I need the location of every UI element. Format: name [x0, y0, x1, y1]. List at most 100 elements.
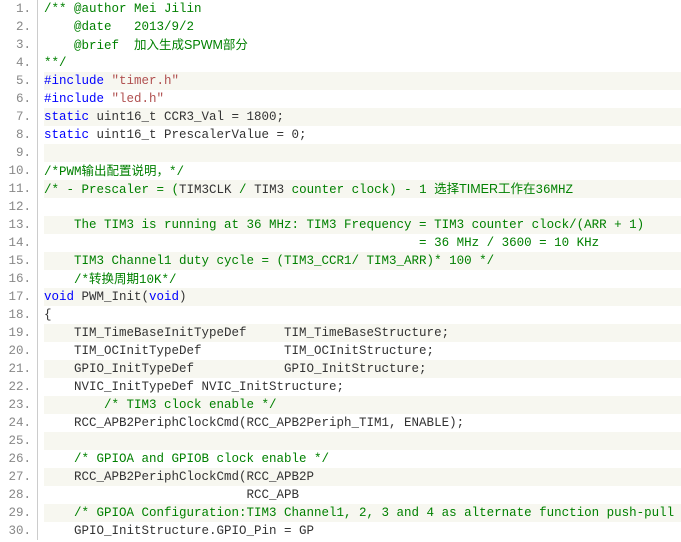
- code-token: Mei Jilin: [127, 2, 202, 16]
- line-number: 5.: [0, 72, 31, 90]
- code-line[interactable]: /*PWM输出配置说明，*/: [44, 162, 681, 180]
- code-line[interactable]: = 36 MHz / 3600 = 10 KHz: [44, 234, 681, 252]
- code-token: #include: [44, 92, 112, 106]
- code-token: */: [169, 165, 184, 179]
- code-token: uint16_t PrescalerValue = 0;: [89, 128, 307, 142]
- line-number: 29.: [0, 504, 31, 522]
- code-token: "led.h": [112, 92, 165, 106]
- code-token: TIM3 Channel1 duty cycle = (TIM3_CCR1/ T…: [44, 254, 494, 268]
- code-line[interactable]: [44, 144, 681, 162]
- line-number: 25.: [0, 432, 31, 450]
- code-token: {: [44, 308, 52, 322]
- code-content[interactable]: /** @author Mei Jilin @date 2013/9/2 @br…: [38, 0, 681, 540]
- line-number: 3.: [0, 36, 31, 54]
- code-line[interactable]: static uint16_t PrescalerValue = 0;: [44, 126, 681, 144]
- code-line[interactable]: {: [44, 306, 681, 324]
- code-line[interactable]: @brief 加入生成SPWM部分: [44, 36, 681, 54]
- line-number: 9.: [0, 144, 31, 162]
- code-token: 36MHZ: [536, 183, 574, 197]
- line-number: 21.: [0, 360, 31, 378]
- line-number: 26.: [0, 450, 31, 468]
- code-token: RCC_APB2PeriphClockCmd(RCC_APB2P: [44, 470, 314, 484]
- line-number-gutter: 1.2.3.4.5.6.7.8.9.10.11.12.13.14.15.16.1…: [0, 0, 38, 540]
- line-number: 12.: [0, 198, 31, 216]
- code-line[interactable]: #include "led.h": [44, 90, 681, 108]
- code-token: /*: [44, 273, 89, 287]
- code-line[interactable]: /* GPIOA Configuration:TIM3 Channel1, 2,…: [44, 504, 681, 522]
- code-token: /**: [44, 2, 74, 16]
- code-line[interactable]: GPIO_InitStructure.GPIO_Pin = GP: [44, 522, 681, 540]
- line-number: 10.: [0, 162, 31, 180]
- code-line[interactable]: TIM_OCInitTypeDef TIM_OCInitStructure;: [44, 342, 681, 360]
- code-line[interactable]: TIM3 Channel1 duty cycle = (TIM3_CCR1/ T…: [44, 252, 681, 270]
- line-number: 14.: [0, 234, 31, 252]
- code-token: NVIC_InitTypeDef NVIC_InitStructure;: [44, 380, 344, 394]
- code-line[interactable]: static uint16_t CCR3_Val = 1800;: [44, 108, 681, 126]
- code-line[interactable]: /** @author Mei Jilin: [44, 0, 681, 18]
- code-token: uint16_t CCR3_Val = 1800;: [89, 110, 284, 124]
- code-line[interactable]: RCC_APB2PeriphClockCmd(RCC_APB2Periph_TI…: [44, 414, 681, 432]
- code-token: static: [44, 128, 89, 142]
- code-token: /*PWM: [44, 165, 82, 179]
- line-number: 23.: [0, 396, 31, 414]
- code-token: 10K*/: [139, 273, 177, 287]
- code-token: /* GPIOA Configuration:TIM3 Channel1, 2,…: [44, 506, 681, 520]
- code-token: /* GPIOA and GPIOB clock enable */: [44, 452, 329, 466]
- line-number: 8.: [0, 126, 31, 144]
- code-token: /* TIM3 clock enable */: [44, 398, 277, 412]
- code-token: counter clock: [284, 183, 389, 197]
- code-token: 输出配置说明，: [82, 164, 170, 178]
- code-token: void: [149, 290, 179, 304]
- code-token: GPIO_InitStructure.GPIO_Pin = GP: [44, 524, 314, 538]
- code-token: /* - Prescaler = (: [44, 183, 179, 197]
- code-line[interactable]: [44, 432, 681, 450]
- code-token: = 36 MHz / 3600 = 10 KHz: [44, 236, 599, 250]
- code-token: **/: [44, 56, 67, 70]
- code-block: 1.2.3.4.5.6.7.8.9.10.11.12.13.14.15.16.1…: [0, 0, 681, 540]
- code-token: /: [232, 183, 255, 197]
- code-token: @author: [74, 2, 127, 16]
- code-line[interactable]: The TIM3 is running at 36 MHz: TIM3 Freq…: [44, 216, 681, 234]
- code-token: void: [44, 290, 74, 304]
- line-number: 22.: [0, 378, 31, 396]
- code-line[interactable]: [44, 198, 681, 216]
- code-token: RCC_APB: [44, 488, 299, 502]
- code-line[interactable]: #include "timer.h": [44, 72, 681, 90]
- code-token: @brief: [44, 39, 134, 53]
- code-line[interactable]: TIM_TimeBaseInitTypeDef TIM_TimeBaseStru…: [44, 324, 681, 342]
- code-line[interactable]: /* TIM3 clock enable */: [44, 396, 681, 414]
- line-number: 20.: [0, 342, 31, 360]
- code-line[interactable]: void PWM_Init(void): [44, 288, 681, 306]
- line-number: 13.: [0, 216, 31, 234]
- code-token: GPIO_InitTypeDef GPIO_InitStructure;: [44, 362, 427, 376]
- code-line[interactable]: /*转换周期10K*/: [44, 270, 681, 288]
- code-line[interactable]: GPIO_InitTypeDef GPIO_InitStructure;: [44, 360, 681, 378]
- code-line[interactable]: @date 2013/9/2: [44, 18, 681, 36]
- line-number: 17.: [0, 288, 31, 306]
- line-number: 27.: [0, 468, 31, 486]
- line-number: 28.: [0, 486, 31, 504]
- line-number: 7.: [0, 108, 31, 126]
- line-number: 11.: [0, 180, 31, 198]
- code-token: @date 2013/9/2: [44, 20, 194, 34]
- line-number: 30.: [0, 522, 31, 540]
- line-number: 18.: [0, 306, 31, 324]
- line-number: 1.: [0, 0, 31, 18]
- line-number: 16.: [0, 270, 31, 288]
- code-line[interactable]: NVIC_InitTypeDef NVIC_InitStructure;: [44, 378, 681, 396]
- code-line[interactable]: /* GPIOA and GPIOB clock enable */: [44, 450, 681, 468]
- code-token: 加入生成SPWM部分: [134, 38, 248, 52]
- code-line[interactable]: RCC_APB: [44, 486, 681, 504]
- code-token: The TIM3 is running at 36 MHz: TIM3 Freq…: [44, 218, 644, 232]
- code-token: RCC_APB2PeriphClockCmd(RCC_APB2Periph_TI…: [44, 416, 464, 430]
- code-token: TIM3CLK: [179, 183, 232, 197]
- code-line[interactable]: /* - Prescaler = (TIM3CLK / TIM3 counter…: [44, 180, 681, 198]
- code-line[interactable]: **/: [44, 54, 681, 72]
- code-token: 转换周期: [89, 272, 139, 286]
- code-token: TIM_TimeBaseInitTypeDef TIM_TimeBaseStru…: [44, 326, 449, 340]
- code-line[interactable]: RCC_APB2PeriphClockCmd(RCC_APB2P: [44, 468, 681, 486]
- line-number: 24.: [0, 414, 31, 432]
- code-token: ) - 1: [389, 183, 434, 197]
- line-number: 15.: [0, 252, 31, 270]
- code-token: static: [44, 110, 89, 124]
